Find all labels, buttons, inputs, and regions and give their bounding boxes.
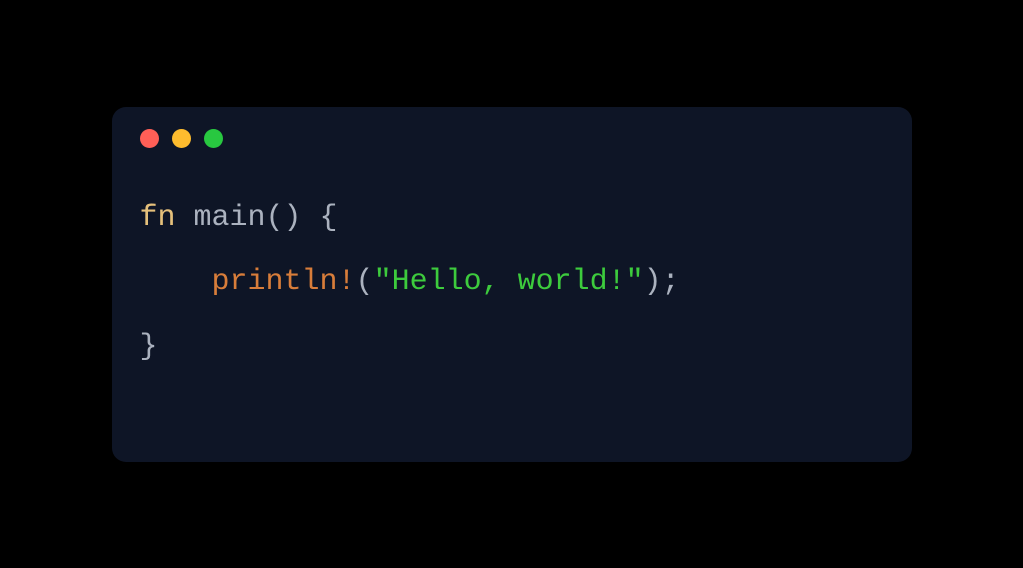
code-token-string: "Hello, world!" (374, 265, 644, 299)
zoom-icon[interactable] (204, 129, 223, 148)
code-block: fn main() { println!("Hello, world!");} (112, 158, 912, 408)
code-token-punctuation: ( (356, 265, 374, 299)
minimize-icon[interactable] (172, 129, 191, 148)
code-line: println!("Hello, world!"); (140, 250, 884, 315)
code-token-keyword: fn (140, 201, 194, 235)
code-token-punctuation: ); (644, 265, 680, 299)
code-token-macro: println! (212, 265, 356, 299)
code-token-punctuation: () { (266, 201, 338, 235)
close-icon[interactable] (140, 129, 159, 148)
code-token-function-name: main (194, 201, 266, 235)
code-line: } (140, 315, 884, 380)
code-token-indent (140, 265, 212, 299)
editor-window: fn main() { println!("Hello, world!");} (112, 107, 912, 462)
window-titlebar (112, 107, 912, 158)
code-line: fn main() { (140, 186, 884, 251)
code-token-punctuation: } (140, 330, 158, 364)
